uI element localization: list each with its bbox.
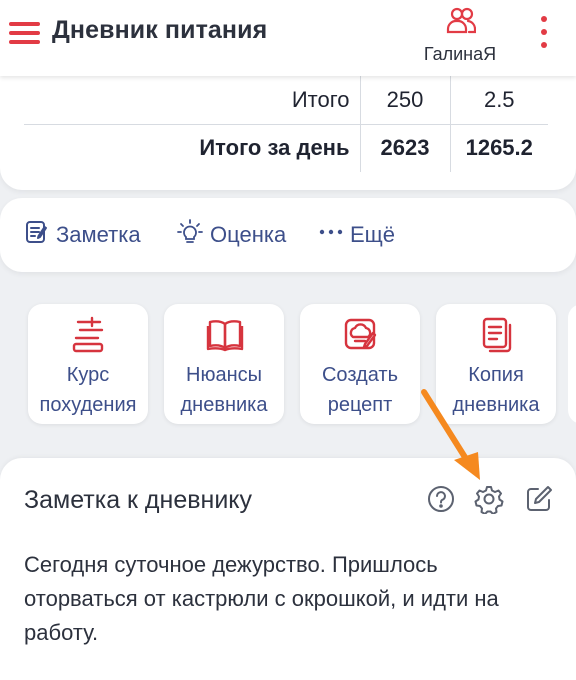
rating-action-button[interactable]: Оценка: [176, 218, 287, 252]
day-total-value-2: 1265.2: [449, 123, 548, 172]
hamburger-menu-icon[interactable]: [8, 18, 42, 48]
note-title: Заметка к дневнику: [24, 486, 253, 514]
total-label: Итого: [24, 76, 361, 125]
lightbulb-icon: [176, 218, 210, 252]
more-action-button[interactable]: Ещё: [318, 220, 395, 250]
note-icon: [24, 219, 56, 251]
user-profile-button[interactable]: ГалинаЯ: [404, 2, 516, 72]
tile-label: Создать рецепт: [321, 364, 398, 416]
totals-table: Итого 250 2.5 Итого за день 2623 1265.2: [24, 76, 548, 172]
more-vertical-icon[interactable]: [532, 14, 556, 50]
rating-action-label: Оценка: [210, 222, 287, 247]
tile-next-partial[interactable]: [568, 304, 576, 424]
tile-diary-nuances[interactable]: Нюансы дневника: [164, 304, 284, 424]
tile-create-recipe[interactable]: Создать рецепт: [300, 304, 420, 424]
day-total-value-1: 2623: [359, 123, 451, 172]
annotation-arrow-icon: [421, 389, 480, 480]
scale-icon: [70, 316, 106, 359]
day-total-label: Итого за день: [24, 123, 361, 172]
note-action-button[interactable]: Заметка: [24, 220, 141, 250]
more-horizontal-icon: [318, 219, 350, 251]
table-row: Итого за день 2623 1265.2: [24, 123, 548, 172]
more-action-label: Ещё: [350, 222, 396, 247]
chef-hat-icon: [342, 316, 380, 359]
gear-icon[interactable]: [474, 484, 504, 515]
edit-icon[interactable]: [524, 484, 554, 514]
tile-label: Нюансы дневника: [180, 364, 268, 416]
tile-label: Курс похудения: [39, 364, 137, 416]
diary-note-card: Заметка к дневнику Сегодня суточное дежу…: [0, 458, 576, 680]
total-value-2: 2.5: [449, 76, 548, 125]
users-icon: [446, 6, 477, 41]
page-title: Дневник питания: [52, 16, 268, 44]
tile-weight-loss-course[interactable]: Курс похудения: [28, 304, 148, 424]
actions-bar: Заметка Оценка Ещё: [0, 198, 576, 272]
app-header: Дневник питания ГалинаЯ: [0, 0, 576, 76]
table-row: Итого 250 2.5: [24, 76, 548, 125]
copy-document-icon: [478, 316, 516, 359]
total-value-1: 250: [359, 76, 451, 125]
help-circle-icon[interactable]: [426, 484, 456, 514]
note-action-label: Заметка: [56, 222, 141, 247]
note-text[interactable]: Сегодня суточное дежурство. Пришлось ото…: [24, 548, 554, 650]
user-name: ГалинаЯ: [423, 44, 497, 64]
totals-card: Итого 250 2.5 Итого за день 2623 1265.2: [0, 60, 576, 190]
book-icon: [206, 316, 244, 359]
